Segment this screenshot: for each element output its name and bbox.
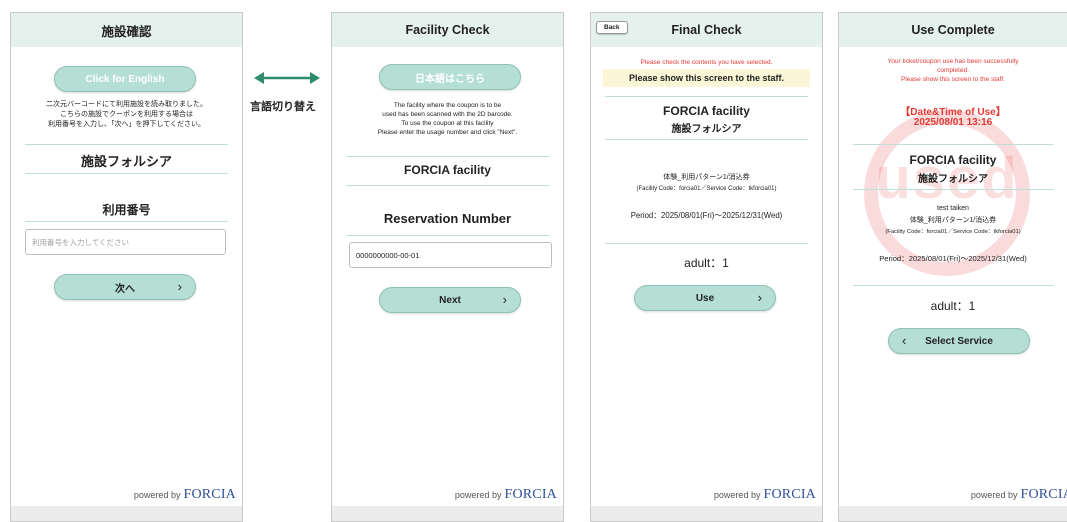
language-switch-label: 言語切り替え — [250, 101, 316, 113]
forcia-logo: FORCIA — [504, 487, 557, 502]
period: Period：2025/08/01(Fri)～2025/12/31(Wed) — [879, 254, 1027, 263]
divider — [346, 156, 549, 157]
divider — [605, 139, 808, 140]
chevron-right-icon: › — [757, 290, 762, 305]
chevron-right-icon: › — [177, 279, 182, 294]
footer-bar — [11, 506, 242, 521]
facility-name-en: FORCIA facility — [909, 153, 997, 167]
next-button-label: 次へ — [115, 283, 135, 295]
back-button[interactable]: Back — [596, 21, 628, 34]
screen-final-check: Final Check Back Please check the conten… — [590, 12, 823, 522]
usage-number-label: 利用番号 — [102, 203, 151, 217]
footer-bar — [839, 506, 1067, 521]
screen-facility-check-en: Facility Check 日本語はこちら The facility wher… — [331, 12, 564, 522]
divider — [853, 285, 1053, 286]
user-name: test taiken — [937, 205, 969, 212]
facility-name-ja: 施設フォルシア — [918, 174, 988, 185]
divider — [605, 96, 808, 97]
staff-notice: Please show this screen to the staff. — [603, 69, 810, 87]
chevron-left-icon: ‹ — [902, 333, 907, 348]
quantity: adult：1 — [684, 256, 729, 270]
powered-by: powered byFORCIA — [971, 487, 1067, 503]
instructions: 二次元バーコードにて利用施設を読み取りました。 こちらの施設でクーポンを利用する… — [46, 101, 207, 128]
header-title: Final Check Back — [591, 13, 822, 47]
ticket-codes: (Facility Code：forcia01／Service Code：tkf… — [885, 229, 1021, 235]
next-button[interactable]: 次へ › — [54, 274, 196, 300]
ticket-name: 体験_利用パターン1/消込券 — [909, 217, 997, 224]
next-button-label: Next — [439, 294, 461, 306]
facility-name-en: FORCIA facility — [663, 104, 750, 118]
forcia-logo: FORCIA — [183, 487, 236, 502]
divider — [605, 243, 808, 244]
powered-by: powered byFORCIA — [454, 487, 557, 502]
notice-red: Please check the contents you have selec… — [640, 59, 773, 66]
divider — [853, 144, 1053, 145]
use-button[interactable]: Use › — [634, 285, 776, 311]
header-title: 施設確認 — [11, 13, 242, 47]
ticket-codes: (Facility Code：forcia01／Service Code：tkf… — [636, 186, 777, 192]
forcia-logo: FORCIA — [763, 487, 816, 502]
english-button[interactable]: Click for English — [54, 66, 196, 92]
powered-by: powered byFORCIA — [133, 487, 236, 502]
language-switch-arrow-icon — [254, 68, 320, 88]
divider — [25, 221, 228, 222]
divider — [25, 173, 228, 174]
facility-name-ja: 施設フォルシア — [671, 124, 742, 135]
divider — [346, 235, 549, 236]
ticket-name: 体験_利用パターン1/消込券 — [663, 174, 750, 181]
powered-by: powered byFORCIA — [713, 487, 816, 502]
datetime-label: 【Date&Time of Use】 — [900, 107, 1006, 118]
instructions: The facility where the coupon is to be u… — [377, 102, 518, 136]
divider — [25, 144, 228, 145]
screen-use-complete: Use Complete Your ticket/coupon use has … — [838, 12, 1067, 522]
reservation-number-label: Reservation Number — [383, 211, 512, 226]
period: Period：2025/08/01(Fri)～2025/12/31(Wed) — [630, 211, 783, 220]
footer-bar — [332, 506, 563, 521]
divider — [346, 185, 549, 186]
select-service-label: Select Service — [925, 335, 993, 347]
quantity: adult：1 — [930, 299, 976, 313]
header-title: Facility Check — [332, 13, 563, 47]
usage-number-input[interactable]: 利用番号を入力してください — [25, 229, 226, 255]
next-button[interactable]: Next › — [379, 287, 521, 313]
chevron-right-icon: › — [502, 292, 507, 307]
divider — [853, 189, 1053, 190]
complete-notice: Your ticket/coupon use has been successf… — [887, 58, 1019, 83]
header-title: Use Complete — [839, 13, 1067, 47]
forcia-logo: FORCIA — [1020, 487, 1067, 502]
facility-name: 施設フォルシア — [80, 154, 172, 169]
reservation-number-input[interactable]: 0000000000-00-01 — [349, 242, 552, 268]
facility-name: FORCIA facility — [404, 163, 491, 177]
footer-bar — [591, 506, 822, 521]
use-button-label: Use — [695, 292, 715, 304]
select-service-button[interactable]: ‹ Select Service — [888, 328, 1030, 354]
screen-facility-check-ja: 施設確認 Click for English 二次元バーコードにて利用施設を読み… — [10, 12, 243, 522]
datetime-value: 2025/08/01 13:16 — [913, 117, 993, 128]
japanese-button[interactable]: 日本語はこちら — [379, 64, 521, 90]
